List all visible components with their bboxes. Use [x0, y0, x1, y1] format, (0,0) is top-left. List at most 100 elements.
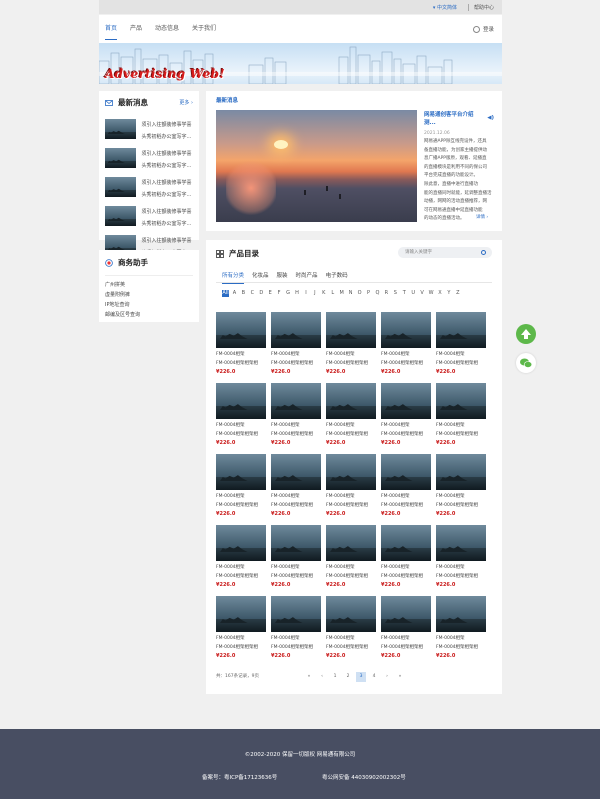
- footer-police-record[interactable]: 粤公网安备 44030902002302号: [322, 773, 406, 781]
- nav-item-home[interactable]: 首页: [105, 15, 118, 43]
- news-item[interactable]: 须引入往额装修事学喜头秀初稻办公室写字...: [105, 148, 193, 172]
- product-card[interactable]: FM-0004相架 FM-0004相架相架相 ¥226.0: [216, 383, 266, 449]
- footer-icp[interactable]: 备案号：粤ICP备17123636号: [202, 773, 277, 781]
- letter-filter-item[interactable]: W: [428, 290, 435, 297]
- letter-filter-item[interactable]: L: [329, 290, 336, 297]
- product-card[interactable]: FM-0004相架 FM-0004相架相架相 ¥226.0: [436, 596, 486, 662]
- wechat-button[interactable]: [516, 353, 536, 373]
- product-card[interactable]: FM-0004相架 FM-0004相架相架相 ¥226.0: [381, 596, 431, 662]
- feature-article-title[interactable]: 网易通创客平台介绍测...: [424, 110, 484, 126]
- letter-filter-item[interactable]: All: [222, 290, 229, 297]
- letter-filter-item[interactable]: E: [267, 290, 274, 297]
- page-button[interactable]: 4: [369, 672, 379, 682]
- last-page-button[interactable]: »: [395, 672, 405, 682]
- nav-item-products[interactable]: 产品: [130, 15, 142, 43]
- letter-filter-item[interactable]: B: [240, 290, 247, 297]
- assistant-link[interactable]: IP地址查询: [105, 300, 193, 310]
- back-to-top-button[interactable]: [516, 324, 536, 344]
- product-image[interactable]: [381, 312, 431, 348]
- letter-filter-item[interactable]: K: [320, 290, 327, 297]
- next-page-button[interactable]: ›: [382, 672, 392, 682]
- letter-filter-item[interactable]: O: [356, 290, 363, 297]
- product-image[interactable]: [326, 454, 376, 490]
- product-image[interactable]: [436, 312, 486, 348]
- product-card[interactable]: FM-0004相架 FM-0004相架相架相 ¥226.0: [326, 312, 376, 378]
- product-card[interactable]: FM-0004相架 FM-0004相架相架相 ¥226.0: [216, 312, 266, 378]
- product-image[interactable]: [381, 525, 431, 561]
- product-search-input[interactable]: 请输入关键字: [398, 247, 492, 258]
- product-card[interactable]: FM-0004相架 FM-0004相架相架相 ¥226.0: [216, 596, 266, 662]
- nav-item-news[interactable]: 动态信息: [155, 15, 179, 43]
- product-image[interactable]: [381, 596, 431, 632]
- news-more-link[interactable]: 更多 ›: [179, 99, 193, 106]
- letter-filter-item[interactable]: I: [302, 290, 309, 297]
- assistant-link[interactable]: 广州拼英: [105, 280, 193, 290]
- product-image[interactable]: [436, 525, 486, 561]
- product-card[interactable]: FM-0004相架 FM-0004相架相架相 ¥226.0: [326, 525, 376, 591]
- speaker-icon[interactable]: ◀): [487, 115, 494, 121]
- feature-detail-link[interactable]: 详情 ›: [476, 214, 488, 220]
- letter-filter-item[interactable]: R: [383, 290, 390, 297]
- login-link[interactable]: 登录: [472, 25, 494, 33]
- news-item[interactable]: 须引入往额装修事学喜头秀初稻办公室写字...: [105, 119, 193, 143]
- product-image[interactable]: [436, 596, 486, 632]
- letter-filter-item[interactable]: G: [285, 290, 292, 297]
- assistant-link[interactable]: 邮编及区号查询: [105, 310, 193, 320]
- letter-filter-item[interactable]: S: [392, 290, 399, 297]
- product-image[interactable]: [436, 383, 486, 419]
- letter-filter-item[interactable]: Z: [454, 290, 461, 297]
- product-card[interactable]: FM-0004相架 FM-0004相架相架相 ¥226.0: [216, 454, 266, 520]
- letter-filter-item[interactable]: P: [365, 290, 372, 297]
- nav-item-about[interactable]: 关于我们: [192, 15, 216, 43]
- product-card[interactable]: FM-0004相架 FM-0004相架相架相 ¥226.0: [271, 596, 321, 662]
- product-image[interactable]: [271, 383, 321, 419]
- product-card[interactable]: FM-0004相架 FM-0004相架相架相 ¥226.0: [326, 596, 376, 662]
- product-card[interactable]: FM-0004相架 FM-0004相架相架相 ¥226.0: [271, 312, 321, 378]
- product-card[interactable]: FM-0004相架 FM-0004相架相架相 ¥226.0: [381, 454, 431, 520]
- search-icon[interactable]: [481, 250, 486, 255]
- letter-filter-item[interactable]: J: [311, 290, 318, 297]
- letter-filter-item[interactable]: N: [347, 290, 354, 297]
- product-image[interactable]: [326, 312, 376, 348]
- product-card[interactable]: FM-0004相架 FM-0004相架相架相 ¥226.0: [216, 525, 266, 591]
- product-image[interactable]: [326, 383, 376, 419]
- product-image[interactable]: [271, 312, 321, 348]
- letter-filter-item[interactable]: Y: [445, 290, 452, 297]
- feature-image[interactable]: [216, 110, 417, 222]
- product-card[interactable]: FM-0004相架 FM-0004相架相架相 ¥226.0: [436, 525, 486, 591]
- product-card[interactable]: FM-0004相架 FM-0004相架相架相 ¥226.0: [436, 454, 486, 520]
- letter-filter-item[interactable]: Q: [374, 290, 381, 297]
- product-image[interactable]: [271, 596, 321, 632]
- first-page-button[interactable]: «: [304, 672, 314, 682]
- product-image[interactable]: [271, 454, 321, 490]
- page-button-active[interactable]: 3: [356, 672, 366, 682]
- product-card[interactable]: FM-0004相架 FM-0004相架相架相 ¥226.0: [326, 454, 376, 520]
- letter-filter-item[interactable]: F: [276, 290, 283, 297]
- product-card[interactable]: FM-0004相架 FM-0004相架相架相 ¥226.0: [271, 383, 321, 449]
- product-image[interactable]: [216, 596, 266, 632]
- help-center-link[interactable]: 帮助中心: [474, 4, 494, 11]
- product-card[interactable]: FM-0004相架 FM-0004相架相架相 ¥226.0: [381, 312, 431, 378]
- product-card[interactable]: FM-0004相架 FM-0004相架相架相 ¥226.0: [326, 383, 376, 449]
- product-card[interactable]: FM-0004相架 FM-0004相架相架相 ¥226.0: [271, 525, 321, 591]
- product-image[interactable]: [271, 525, 321, 561]
- language-selector[interactable]: ▾ 中文简体: [433, 4, 457, 11]
- product-image[interactable]: [216, 454, 266, 490]
- product-card[interactable]: FM-0004相架 FM-0004相架相架相 ¥226.0: [271, 454, 321, 520]
- product-card[interactable]: FM-0004相架 FM-0004相架相架相 ¥226.0: [381, 525, 431, 591]
- product-image[interactable]: [216, 383, 266, 419]
- news-item[interactable]: 须引入往额装修事学喜头秀初稻办公室写字...: [105, 206, 193, 230]
- letter-filter-item[interactable]: U: [410, 290, 417, 297]
- product-image[interactable]: [326, 525, 376, 561]
- letter-filter-item[interactable]: M: [338, 290, 345, 297]
- letter-filter-item[interactable]: A: [231, 290, 238, 297]
- page-button[interactable]: 2: [343, 672, 353, 682]
- page-button[interactable]: 1: [330, 672, 340, 682]
- letter-filter-item[interactable]: H: [294, 290, 301, 297]
- product-image[interactable]: [381, 454, 431, 490]
- product-image[interactable]: [326, 596, 376, 632]
- product-image[interactable]: [216, 525, 266, 561]
- letter-filter-item[interactable]: T: [401, 290, 408, 297]
- letter-filter-item[interactable]: V: [419, 290, 426, 297]
- prev-page-button[interactable]: ‹: [317, 672, 327, 682]
